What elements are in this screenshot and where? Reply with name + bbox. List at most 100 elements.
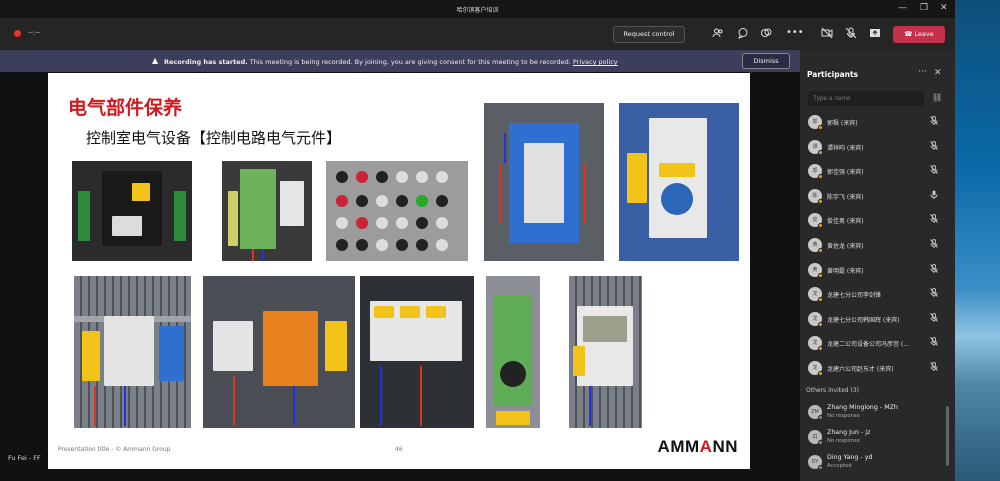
participant-row[interactable]: 黄 黄明磊 (来宾)	[800, 258, 955, 283]
avatar: 谭	[808, 139, 823, 155]
participant-row[interactable]: 郭 郭枫 (来宾)	[800, 110, 955, 135]
avatar-initials: ZJ	[812, 434, 818, 440]
status-dot-icon	[818, 198, 823, 204]
participant-search-input[interactable]	[808, 91, 924, 106]
participant-row[interactable]: 陈 陈宇飞 (来宾)	[800, 184, 955, 209]
mic-off-icon	[930, 361, 938, 373]
avatar-initials: 龙	[812, 315, 818, 322]
mic-off-icon	[930, 214, 938, 225]
avatar: ZM	[808, 405, 823, 420]
request-control-button[interactable]: Request control	[613, 26, 685, 43]
participant-name: 郭佳强 (来宾)	[827, 169, 864, 177]
desktop-wallpaper	[955, 0, 1000, 481]
close-icon[interactable]: ✕	[940, 3, 948, 13]
chat-icon[interactable]	[737, 27, 749, 43]
window-title: 哈尔滨客户培训	[456, 7, 499, 14]
mic-off-icon	[930, 312, 938, 324]
ammann-logo: AMMANN	[657, 437, 738, 456]
button-panel-graphic	[336, 171, 448, 251]
participant-row[interactable]: 龙 龙建六公司赵东才 (来宾)	[800, 356, 955, 381]
participants-title: Participants	[807, 70, 859, 79]
avatar-initials: 谭	[812, 143, 818, 150]
recording-banner: ▲ Recording has started. This meeting is…	[0, 50, 800, 72]
slide-footer: Presentation title - © Ammann Group	[58, 446, 171, 453]
avatar-initials: 龙	[812, 364, 818, 371]
mic-off-icon	[930, 140, 938, 152]
photo-safety-relays	[203, 276, 355, 428]
participant-row[interactable]: 郭 郭佳强 (来宾)	[800, 159, 955, 184]
participant-row[interactable]: 龙 龙建七分公司李剑锋	[800, 282, 955, 307]
mic-off-icon[interactable]	[845, 27, 857, 43]
avatar: 龙	[808, 360, 823, 376]
participant-row[interactable]: 俊 俊佳男 (来宾)	[800, 208, 955, 233]
share-link-icon[interactable]: ⛓	[932, 93, 942, 102]
privacy-policy-link[interactable]: Privacy policy	[573, 58, 618, 66]
avatar: 龙	[808, 287, 823, 303]
close-panel-icon[interactable]: ✕	[934, 68, 942, 78]
more-options-icon[interactable]: ···	[918, 67, 927, 77]
participant-name: 黄明磊 (来宾)	[827, 267, 864, 275]
participant-name: 黄佐龙 (来宾)	[827, 242, 864, 250]
participant-row[interactable]: 黄 黄佐龙 (来宾)	[800, 233, 955, 258]
avatar: 龙	[808, 311, 823, 327]
leave-button[interactable]: ☎ Leave	[893, 26, 945, 43]
leave-label: Leave	[914, 30, 934, 38]
status-dot-icon	[818, 272, 823, 278]
invited-name: Zhang Jun - jz	[827, 429, 871, 436]
mic-off-icon	[930, 337, 938, 348]
participant-name: 谭祥昀 (来宾)	[827, 144, 864, 152]
invited-row[interactable]: ZJ Zhang Jun - jz No response	[800, 425, 955, 449]
status-dot-icon	[818, 223, 823, 229]
camera-off-icon[interactable]	[821, 27, 833, 43]
presenter-name: Fu Fei - FF	[8, 454, 41, 462]
more-icon[interactable]: •••	[786, 27, 804, 39]
invited-status: No response	[827, 413, 860, 419]
avatar: 郭	[808, 115, 823, 130]
participant-row[interactable]: 谭 谭祥昀 (来宾)	[800, 135, 955, 160]
invited-row[interactable]: ZM Zhang Minglong - MZh No response	[800, 400, 955, 424]
banner-text: This meeting is being recorded. By joini…	[247, 58, 573, 66]
slide-subtitle: 控制室电气设备【控制电路电气元件】	[86, 129, 342, 147]
slide-title: 电气部件保养	[68, 97, 183, 119]
participant-row[interactable]: 龙 龙建二公司设备公司冯彦宫 (...	[800, 331, 955, 356]
avatar-initials: ZM	[811, 409, 819, 415]
mic-off-icon	[930, 263, 938, 275]
avatar-initials: 黄	[812, 266, 818, 273]
share-icon[interactable]	[869, 27, 881, 43]
participant-row[interactable]: 龙 龙建七分公司韩国辉 (来宾)	[800, 307, 955, 332]
phone-icon: ☎	[904, 30, 915, 38]
photo-digital-relays	[360, 276, 474, 428]
others-invited-header[interactable]: Others invited (3)	[806, 387, 859, 394]
mic-off-icon	[930, 288, 938, 299]
avatar-initials: 陈	[812, 192, 818, 199]
scrollbar[interactable]	[946, 406, 949, 466]
participant-name: 龙建六公司赵东才 (来宾)	[827, 365, 894, 373]
participant-name: 龙建七分公司李剑锋	[827, 292, 882, 300]
invited-name: Zhang Minglong - MZh	[827, 404, 898, 411]
minimize-icon[interactable]: —	[898, 3, 907, 13]
status-dot-icon	[818, 247, 823, 253]
avatar: 陈	[808, 188, 823, 204]
participant-name: 龙建七分公司韩国辉 (来宾)	[827, 316, 900, 324]
photo-relay-module	[222, 161, 312, 261]
status-dot-icon	[818, 125, 823, 130]
meeting-toolbar: --:-- Request control ••• ☎ Leave	[0, 18, 955, 50]
avatar: ZJ	[808, 430, 823, 445]
mic-off-icon	[930, 190, 938, 201]
reactions-icon[interactable]	[760, 27, 772, 43]
restore-icon[interactable]: ❐	[920, 3, 928, 13]
warning-icon: ▲	[152, 56, 159, 65]
participant-name: 俊佳男 (来宾)	[827, 218, 864, 226]
mic-off-icon	[930, 238, 938, 250]
avatar: 黄	[808, 237, 823, 253]
status-dot-icon	[818, 321, 823, 327]
photo-power-supply	[72, 161, 192, 261]
participant-name: 郭枫 (来宾)	[827, 120, 858, 127]
invited-row[interactable]: DY Ding Yang - yd Accepted	[800, 450, 955, 474]
avatar-initials: 龙	[812, 340, 818, 347]
dismiss-button[interactable]: Dismiss	[742, 53, 790, 69]
participant-list: 郭郭枫 (来宾) 谭谭祥昀 (来宾) 郭郭佳强 (来宾) 陈陈宇飞 (来宾) 俊俊佳男 …	[800, 110, 955, 381]
photo-monitoring-relay	[486, 276, 540, 428]
people-icon[interactable]	[712, 27, 724, 43]
status-dot-icon	[818, 174, 823, 180]
